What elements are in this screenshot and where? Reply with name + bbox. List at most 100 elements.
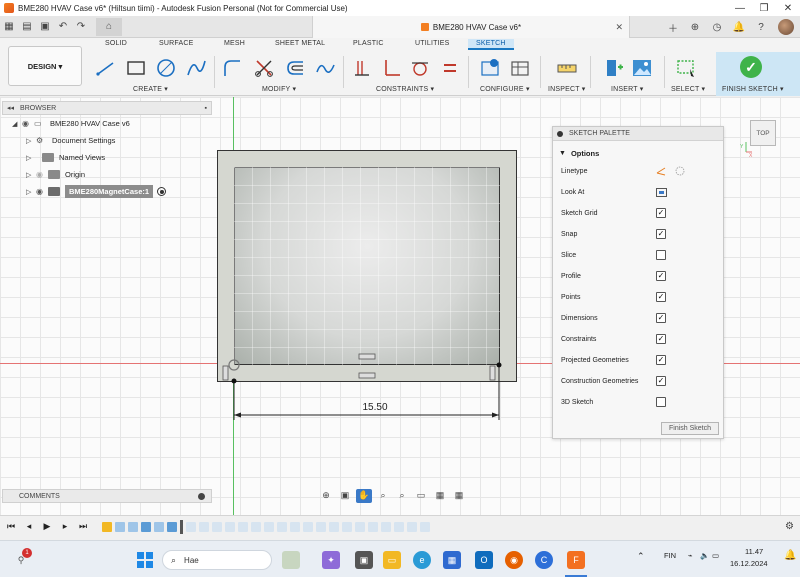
minimize-button[interactable]: — <box>728 0 752 16</box>
panel-toggle-icon[interactable]: ▪ <box>205 105 207 112</box>
collapse-toggle-icon[interactable]: ◂◂ <box>7 104 14 112</box>
finish-sketch-button[interactable]: Finish Sketch <box>661 422 719 435</box>
timeline-feature-icon[interactable] <box>154 521 164 532</box>
timeline-feature-icon[interactable] <box>394 521 404 532</box>
trim-tool-icon[interactable] <box>252 56 276 80</box>
group-label-configure[interactable]: CONFIGURE ▾ <box>480 85 530 93</box>
palette-option-checkbox[interactable]: ✓ <box>656 292 666 302</box>
timeline-settings-gear-icon[interactable]: ⚙ <box>785 521 794 532</box>
group-label-finish-sketch[interactable]: FINISH SKETCH ▾ <box>722 85 784 93</box>
battery-icon[interactable]: ▭ <box>712 551 719 560</box>
store-icon[interactable]: ▦ <box>443 551 461 569</box>
palette-option-row[interactable]: Constraints ✓ <box>553 329 723 350</box>
notifications-icon[interactable]: 🔔 <box>728 16 750 38</box>
perpendicular-constraint-icon[interactable] <box>380 56 404 80</box>
tab-plastic[interactable]: PLASTIC <box>353 40 384 47</box>
timeline-feature-icon[interactable] <box>381 521 391 532</box>
save-icon[interactable]: ▣ <box>36 19 54 35</box>
timeline-feature-icon[interactable] <box>167 521 177 532</box>
dimension-value[interactable]: 15.50 <box>352 402 398 413</box>
timeline-feature-icon[interactable] <box>407 521 417 532</box>
timeline-feature-icon[interactable] <box>420 521 430 532</box>
timeline-feature-icon[interactable] <box>342 521 352 532</box>
tab-mesh[interactable]: MESH <box>224 40 245 47</box>
linetype-construction-icon[interactable] <box>656 166 686 176</box>
palette-option-checkbox[interactable]: ✓ <box>656 271 666 281</box>
browser-item-named-views[interactable]: ▷ Named Views <box>2 149 212 166</box>
go-to-start-icon[interactable]: ⏮ <box>4 520 18 534</box>
pan-hand-icon[interactable]: ✋ <box>356 488 372 503</box>
browser-header[interactable]: ◂◂ BROWSER ▪ <box>2 101 212 115</box>
close-window-button[interactable]: ✕ <box>776 0 800 16</box>
home-icon[interactable]: ⌂ <box>96 17 122 36</box>
timeline-feature-icon[interactable] <box>355 521 365 532</box>
palette-option-checkbox[interactable] <box>656 397 666 407</box>
palette-option-checkbox[interactable]: ✓ <box>656 334 666 344</box>
timeline-feature-icon[interactable] <box>225 521 235 532</box>
timeline-feature-icon[interactable] <box>141 521 151 532</box>
expand-arrow-icon[interactable]: ▷ <box>26 171 36 179</box>
orbit-icon[interactable]: ⊕ <box>318 489 334 503</box>
timeline-feature-icon[interactable] <box>238 521 248 532</box>
line-tool-icon[interactable] <box>94 56 118 80</box>
group-label-select[interactable]: SELECT ▾ <box>671 85 705 93</box>
browser-item-root[interactable]: ◢ ◉ ▭ BME280 HVAV Case v6 <box>2 115 212 132</box>
configure-table-icon[interactable] <box>508 56 532 80</box>
palette-option-checkbox[interactable] <box>656 250 666 260</box>
tab-surface[interactable]: SURFACE <box>159 40 193 47</box>
palette-option-row[interactable]: Snap ✓ <box>553 224 723 245</box>
tab-sheet-metal[interactable]: SHEET METAL <box>275 40 325 47</box>
timeline-feature-icon[interactable] <box>277 521 287 532</box>
palette-option-checkbox[interactable]: ✓ <box>656 229 666 239</box>
activate-component-radio[interactable] <box>157 187 167 196</box>
tab-utilities[interactable]: UTILITIES <box>415 40 449 47</box>
extensions-icon[interactable]: ⊕ <box>684 16 706 38</box>
measure-icon[interactable] <box>555 56 579 80</box>
firefox-icon[interactable]: ◉ <box>505 551 523 569</box>
palette-option-row[interactable]: Projected Geometries ✓ <box>553 350 723 371</box>
timeline-feature-icon[interactable] <box>115 521 125 532</box>
group-label-inspect[interactable]: INSPECT ▾ <box>548 85 585 93</box>
file-explorer-icon[interactable]: ▭ <box>383 551 401 569</box>
redo-icon[interactable]: ↷ <box>72 19 90 35</box>
expand-arrow-icon[interactable]: ▷ <box>26 188 36 196</box>
timeline-feature-icon[interactable] <box>251 521 261 532</box>
palette-option-row[interactable]: Profile ✓ <box>553 266 723 287</box>
palette-option-row[interactable]: Look At <box>553 182 723 203</box>
timeline-feature-icon[interactable] <box>186 521 196 532</box>
go-to-end-icon[interactable]: ⏭ <box>76 520 90 534</box>
avatar[interactable] <box>778 19 794 35</box>
grid-settings-icon[interactable]: ▦ <box>432 489 448 503</box>
browser-item-component[interactable]: ▷ ◉ BME280MagnetCase:1 <box>2 183 212 200</box>
timeline-feature-icon[interactable] <box>368 521 378 532</box>
timeline-feature-icon[interactable] <box>303 521 313 532</box>
palette-option-checkbox[interactable]: ✓ <box>656 313 666 323</box>
rectangle-tool-icon[interactable] <box>124 56 148 80</box>
spline-tool-icon[interactable] <box>184 56 208 80</box>
new-tab-icon[interactable]: ＋ <box>662 16 684 38</box>
timeline-feature-icon[interactable] <box>212 521 222 532</box>
browser-item-origin[interactable]: ▷ ◉ Origin <box>2 166 212 183</box>
palette-option-checkbox[interactable]: ✓ <box>656 208 666 218</box>
palette-option-row[interactable]: Points ✓ <box>553 287 723 308</box>
hidden-eye-icon[interactable]: ◉ <box>36 170 48 179</box>
help-icon[interactable]: ? <box>750 16 772 38</box>
taskbar-search-input[interactable]: ⌕ Hae <box>162 550 272 570</box>
zoom-icon[interactable]: ⌕ <box>375 489 391 503</box>
group-label-insert[interactable]: INSERT ▾ <box>611 85 643 93</box>
timeline-feature-icon[interactable] <box>329 521 339 532</box>
tab-sketch[interactable]: SKETCH <box>468 39 514 50</box>
fillet-tool-icon[interactable] <box>220 56 244 80</box>
palette-option-row[interactable]: 3D Sketch <box>553 392 723 413</box>
palette-option-checkbox[interactable]: ✓ <box>656 376 666 386</box>
fit-icon[interactable]: ⌕ <box>394 489 410 503</box>
viewports-icon[interactable]: ▦ <box>451 489 467 503</box>
collapse-triangle-icon[interactable]: ▼ <box>559 150 566 157</box>
insert-derive-icon[interactable] <box>602 56 626 80</box>
timeline-feature-icon[interactable] <box>199 521 209 532</box>
sketch-scale-tool-icon[interactable] <box>313 56 337 80</box>
volume-icon[interactable]: 🔈 <box>700 551 709 560</box>
close-tab-icon[interactable]: ✕ <box>615 22 623 33</box>
document-tab[interactable]: BME280 HVAV Case v6* ✕ <box>312 16 630 38</box>
network-icon[interactable]: ⌁ <box>688 551 693 560</box>
